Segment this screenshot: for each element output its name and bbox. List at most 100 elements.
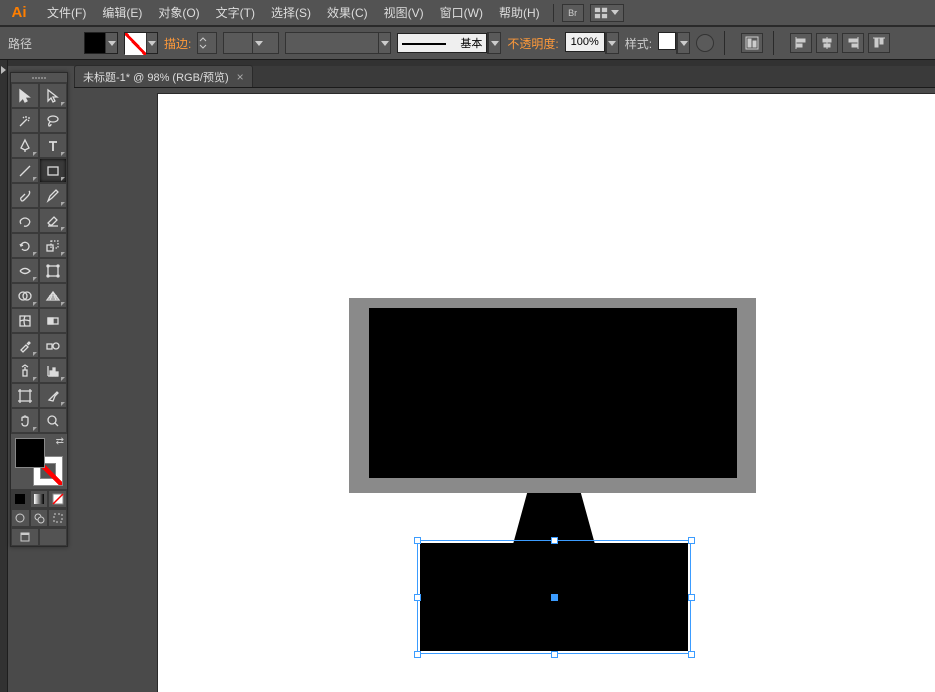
align-hcenter-button[interactable] [816, 33, 838, 53]
lasso-tool[interactable] [39, 108, 67, 133]
selection-handle[interactable] [688, 651, 695, 658]
selection-tool[interactable] [11, 83, 39, 108]
graphic-style[interactable] [658, 32, 690, 54]
opacity-field[interactable]: 100% [565, 32, 619, 54]
opacity-value: 100% [565, 32, 605, 52]
options-bar: 路径 描边: 基本 不透明度: 100% 样式: [0, 26, 935, 60]
menu-help[interactable]: 帮助(H) [492, 2, 547, 23]
align-left-button[interactable] [790, 33, 812, 53]
expand-dock-icon [1, 66, 6, 74]
selection-handle[interactable] [688, 537, 695, 544]
color-mode-none[interactable] [48, 490, 67, 508]
menu-object[interactable]: 对象(O) [151, 2, 206, 23]
app-logo: Ai [6, 3, 32, 23]
blend-tool[interactable] [39, 333, 67, 358]
selection-handle[interactable] [414, 651, 421, 658]
align-right-button[interactable] [842, 33, 864, 53]
mesh-tool[interactable] [11, 308, 39, 333]
selection-type-label: 路径 [8, 35, 32, 52]
pen-tool[interactable] [11, 133, 39, 158]
chevron-down-icon [146, 33, 157, 53]
menu-bar: Ai 文件(F) 编辑(E) 对象(O) 文字(T) 选择(S) 效果(C) 视… [0, 0, 935, 26]
color-mode-gradient[interactable] [30, 490, 49, 508]
fill-stroke-block: ⇄ [11, 433, 67, 489]
selection-handle[interactable] [551, 651, 558, 658]
rotate-tool[interactable] [11, 233, 39, 258]
line-tool[interactable] [11, 158, 39, 183]
eyedropper-tool[interactable] [11, 333, 39, 358]
selection-handle[interactable] [688, 594, 695, 601]
draw-behind[interactable] [30, 509, 49, 527]
selection-handle[interactable] [551, 537, 558, 544]
chevron-down-icon [252, 33, 264, 53]
stroke-weight-field[interactable] [223, 32, 279, 54]
menu-file[interactable]: 文件(F) [40, 2, 93, 23]
fill-swatch[interactable] [84, 32, 118, 54]
zoom-tool[interactable] [39, 408, 67, 433]
fill-color[interactable] [15, 438, 45, 468]
hand-tool[interactable] [11, 408, 39, 433]
slice-tool[interactable] [39, 383, 67, 408]
bridge-button[interactable]: Br [562, 4, 584, 22]
eraser-tool[interactable] [39, 208, 67, 233]
menu-effect[interactable]: 效果(C) [320, 2, 375, 23]
rectangle-tool[interactable] [39, 158, 67, 183]
magic-wand-tool[interactable] [11, 108, 39, 133]
chevron-down-icon [611, 10, 619, 15]
separator [553, 4, 554, 22]
menu-select[interactable]: 选择(S) [264, 2, 318, 23]
stroke-swatch[interactable] [124, 32, 158, 54]
panel-grip[interactable] [11, 73, 67, 83]
menu-edit[interactable]: 编辑(E) [95, 2, 149, 23]
chevron-down-icon [677, 33, 689, 53]
paintbrush-tool[interactable] [11, 183, 39, 208]
screen-mode[interactable] [11, 528, 39, 546]
document-tab[interactable]: 未标题-1* @ 98% (RGB/预览) × [74, 65, 253, 87]
close-tab-button[interactable]: × [237, 70, 244, 84]
style-swatch-icon [658, 32, 676, 50]
color-mode-solid[interactable] [11, 490, 30, 508]
arrange-docs-button[interactable] [590, 4, 624, 22]
graph-tool[interactable] [39, 358, 67, 383]
opacity-label[interactable]: 不透明度: [507, 35, 558, 52]
draw-normal[interactable] [11, 509, 30, 527]
tools-panel: ⇄ [10, 72, 68, 547]
brush-definition[interactable]: 基本 [397, 32, 501, 54]
free-transform-tool[interactable] [39, 258, 67, 283]
selection-handle[interactable] [414, 594, 421, 601]
chevron-down-icon [105, 33, 117, 53]
menu-type[interactable]: 文字(T) [209, 2, 262, 23]
selection-center-handle[interactable] [551, 594, 558, 601]
artboard-tool[interactable] [11, 383, 39, 408]
menu-view[interactable]: 视图(V) [377, 2, 431, 23]
canvas-area[interactable] [74, 88, 935, 692]
shape-monitor-screen[interactable] [369, 308, 737, 478]
blob-brush-tool[interactable] [11, 208, 39, 233]
type-tool[interactable] [39, 133, 67, 158]
menu-window[interactable]: 窗口(W) [433, 2, 490, 23]
width-tool[interactable] [11, 258, 39, 283]
draw-inside[interactable] [48, 509, 67, 527]
stroke-label[interactable]: 描边: [164, 35, 191, 52]
stroke-weight-stepper[interactable] [197, 32, 217, 54]
symbol-sprayer-tool[interactable] [11, 358, 39, 383]
gradient-tool[interactable] [39, 308, 67, 333]
separator [724, 31, 725, 55]
swap-fill-stroke-icon[interactable]: ⇄ [56, 436, 64, 447]
direct-selection-tool[interactable] [39, 83, 67, 108]
align-top-button[interactable] [868, 33, 890, 53]
color-mode-row [11, 489, 67, 508]
align-group [741, 33, 763, 53]
variable-width-profile[interactable] [285, 32, 391, 54]
dock-strip[interactable] [0, 60, 8, 692]
chevron-down-icon [606, 33, 618, 53]
grid-icon [594, 6, 608, 20]
recolor-artwork-button[interactable] [696, 34, 714, 52]
stepper-icon [198, 35, 208, 51]
perspective-grid-tool[interactable] [39, 283, 67, 308]
selection-handle[interactable] [414, 537, 421, 544]
pencil-tool[interactable] [39, 183, 67, 208]
align-panel-button[interactable] [741, 33, 763, 53]
shape-builder-tool[interactable] [11, 283, 39, 308]
scale-tool[interactable] [39, 233, 67, 258]
